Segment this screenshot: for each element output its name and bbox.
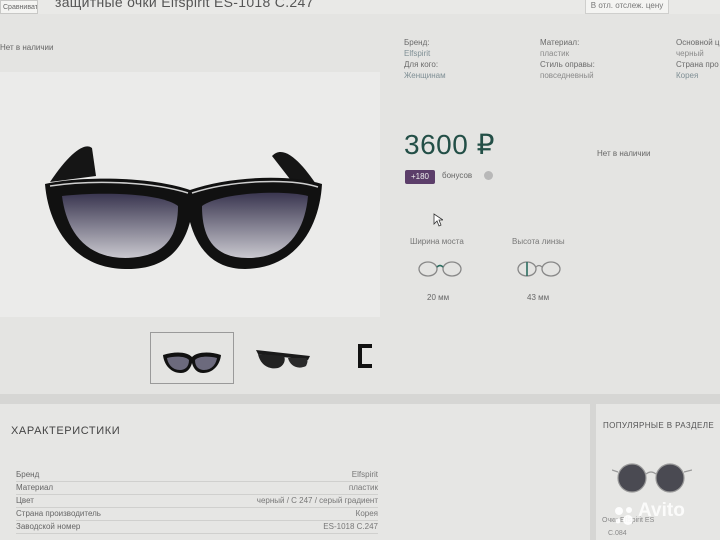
thumbnail-angle-image xyxy=(256,350,310,369)
thumbnail-side-image xyxy=(358,344,372,368)
bridge-width-value: 20 мм xyxy=(427,293,450,302)
table-row: Бренд Elfspirit xyxy=(16,469,378,482)
attr-brand-key: Бренд: xyxy=(404,38,430,47)
attr-brand: Бренд: Elfspirit xyxy=(404,37,430,59)
attr-country-value[interactable]: Корея xyxy=(676,70,719,81)
popular-product-code: С.084 xyxy=(608,530,627,537)
attr-frame-style-key: Стиль оправы: xyxy=(540,60,595,69)
product-image[interactable] xyxy=(0,72,380,317)
attr-for-whom: Для кого: Женщинам xyxy=(404,59,446,81)
char-value: Elfspirit xyxy=(351,470,378,479)
thumbnail-front-image xyxy=(163,352,221,373)
attr-for-whom-value[interactable]: Женщинам xyxy=(404,70,446,81)
attr-material-key: Материал: xyxy=(540,38,580,47)
thumbnail-side[interactable] xyxy=(352,336,380,376)
table-row: Цвет черный / С 247 / серый градиент xyxy=(16,495,378,508)
popular-title: ПОПУЛЯРНЫЕ В РАЗДЕЛЕ xyxy=(603,421,715,430)
attr-material-value: пластик xyxy=(540,49,570,58)
char-key: Страна производитель xyxy=(16,509,101,518)
attr-country: Страна про Корея xyxy=(676,59,719,81)
compare-button[interactable]: Сравнивать xyxy=(0,0,38,14)
lens-height-label: Высота линзы xyxy=(512,237,565,246)
lens-height-icon xyxy=(517,261,561,277)
characteristics-title: ХАРАКТЕРИСТИКИ xyxy=(11,425,121,437)
popular-product-image[interactable] xyxy=(612,460,692,496)
attr-frame-style: Стиль оправы: повседневный xyxy=(540,59,595,81)
attr-main-color-value: черный xyxy=(676,49,704,58)
attr-for-whom-key: Для кого: xyxy=(404,60,439,69)
attr-brand-value[interactable]: Elfspirit xyxy=(404,48,430,59)
char-key: Цвет xyxy=(16,496,34,505)
thumbnail-angle[interactable] xyxy=(250,336,316,376)
bridge-width-label: Ширина моста xyxy=(410,237,464,246)
lens-height-value: 43 мм xyxy=(527,293,550,302)
stock-status: Нет в наличии xyxy=(597,149,651,158)
attr-main-color-key: Основной ц xyxy=(676,38,720,47)
price: 3600 ₽ xyxy=(404,129,495,160)
page-title: защитные очки Elfspirit ES-1018 C.247 xyxy=(55,0,314,10)
track-price-button[interactable]: В отл. отслеж. цену xyxy=(585,0,669,14)
avito-logo xyxy=(615,507,633,525)
bonus-badge: +180 xyxy=(405,170,435,184)
bonus-label: бонусов xyxy=(442,171,473,180)
table-row: Страна производитель Корея xyxy=(16,508,378,521)
stock-status-left: Нет в наличии xyxy=(0,43,54,52)
mouse-cursor-icon xyxy=(433,213,443,227)
char-value: Корея xyxy=(355,509,378,518)
avito-watermark: Avito xyxy=(638,500,685,521)
table-row: Заводской номер ES-1018 C.247 xyxy=(16,521,378,534)
info-icon[interactable] xyxy=(484,171,493,180)
char-value: черный / С 247 / серый градиент xyxy=(256,496,378,505)
char-key: Материал xyxy=(16,483,54,492)
attr-material: Материал: пластик xyxy=(540,37,579,59)
char-key: Бренд xyxy=(16,470,40,479)
char-value: ES-1018 C.247 xyxy=(323,522,378,531)
attr-country-key: Страна про xyxy=(676,60,719,69)
attr-main-color: Основной ц черный xyxy=(676,37,719,59)
sunglasses-image xyxy=(45,146,322,270)
attr-frame-style-value: повседневный xyxy=(540,71,594,80)
table-row: Материал пластик xyxy=(16,482,378,495)
bridge-width-icon xyxy=(418,261,462,277)
char-value: пластик xyxy=(348,483,378,492)
char-key: Заводской номер xyxy=(16,522,81,531)
thumbnail-front[interactable] xyxy=(150,332,234,384)
